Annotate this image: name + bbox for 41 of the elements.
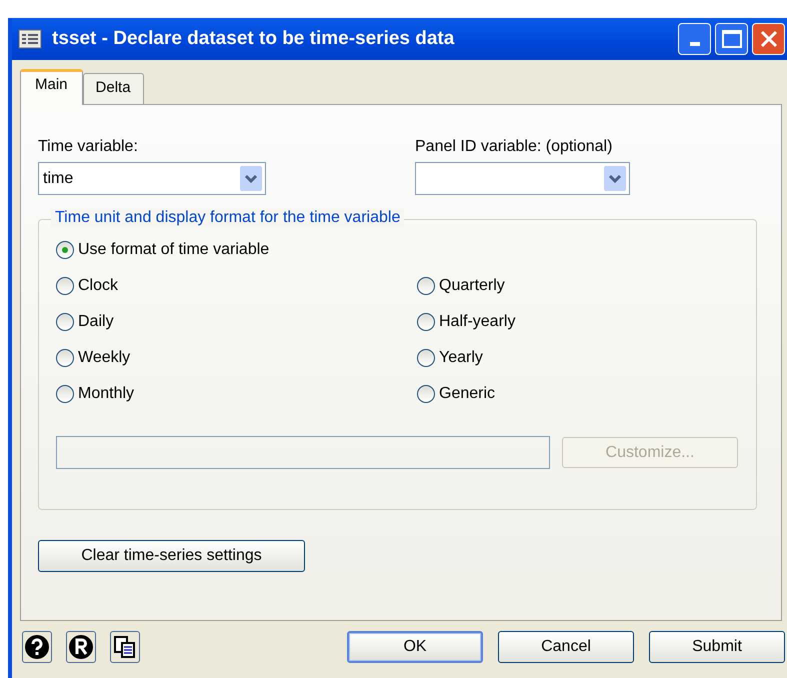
radio-button[interactable]	[56, 240, 74, 258]
radio-label[interactable]: Generic	[439, 384, 496, 402]
radio-button[interactable]	[56, 312, 74, 330]
radio-label[interactable]: Use format of time variable	[78, 240, 270, 258]
clear-settings-button[interactable]: Clear time-series settings	[38, 540, 305, 572]
tab[interactable]: Delta	[82, 73, 144, 104]
radio-button[interactable]	[417, 384, 435, 402]
field-label: Time variable:	[38, 138, 139, 156]
field-label: Panel ID variable: (optional)	[415, 138, 614, 156]
minimize-button[interactable]	[678, 23, 711, 55]
radio-button[interactable]	[56, 348, 74, 366]
radio-label[interactable]: Clock	[78, 276, 118, 294]
radio-label[interactable]: Yearly	[439, 348, 483, 366]
copy-icon[interactable]	[110, 631, 140, 663]
radio-label[interactable]: Daily	[78, 312, 114, 330]
radio-label[interactable]: Half-yearly	[439, 312, 516, 330]
dialog-button[interactable]: Cancel	[498, 631, 634, 663]
panel-id-dropdown[interactable]	[415, 162, 630, 195]
minimize-icon[interactable]	[690, 42, 700, 46]
dialog-button[interactable]: OK	[347, 631, 483, 663]
radio-button[interactable]	[417, 348, 435, 366]
radio-label[interactable]: Monthly	[78, 384, 134, 402]
group-title: Time unit and display format for the time variable	[51, 209, 404, 227]
close-icon[interactable]	[760, 30, 778, 48]
tab[interactable]: Main	[20, 69, 83, 105]
radio-button[interactable]	[56, 384, 74, 402]
radio-button[interactable]	[417, 276, 435, 294]
radio-button[interactable]	[417, 312, 435, 330]
time-variable-dropdown[interactable]: time	[38, 162, 266, 195]
close-button[interactable]	[752, 23, 785, 55]
radio-label[interactable]: Weekly	[78, 348, 130, 366]
maximize-icon[interactable]	[722, 30, 742, 48]
radio-label[interactable]: Quarterly	[439, 276, 505, 294]
format-input-field[interactable]	[56, 436, 550, 469]
window-title: tsset - Declare dataset to be time-series data	[52, 28, 456, 50]
letter-r-icon[interactable]	[66, 631, 96, 663]
dialog-button[interactable]: Submit	[649, 631, 785, 663]
maximize-button[interactable]	[715, 23, 748, 55]
radio-button[interactable]	[56, 276, 74, 294]
form-icon	[18, 29, 42, 49]
help-icon[interactable]	[22, 631, 52, 663]
